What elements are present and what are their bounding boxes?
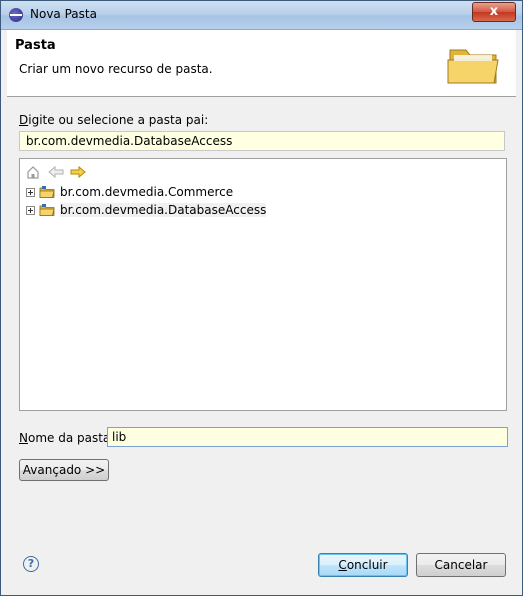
tree-item-label: br.com.devmedia.Commerce: [60, 185, 234, 199]
wizard-content: Digite ou selecione a pasta pai: br.com.…: [7, 97, 516, 589]
tree-item-databaseaccess[interactable]: br.com.devmedia.DatabaseAccess: [26, 202, 267, 218]
title-bar[interactable]: Nova Pasta x: [1, 1, 522, 30]
expand-icon[interactable]: [26, 187, 35, 197]
forward-arrow-icon[interactable]: [70, 165, 86, 179]
back-arrow-icon[interactable]: [48, 165, 64, 179]
dialog-window: Nova Pasta x Pasta Criar um novo recurso…: [0, 0, 523, 596]
parent-folder-input[interactable]: br.com.devmedia.DatabaseAccess: [19, 131, 505, 151]
folder-name-label: Nome da pasta:: [19, 431, 115, 445]
project-folder-icon: [39, 204, 55, 216]
home-icon[interactable]: [26, 165, 40, 179]
window-title: Nova Pasta: [30, 7, 97, 21]
close-button[interactable]: x: [472, 2, 516, 22]
advanced-button[interactable]: Avançado >>: [19, 459, 109, 481]
parent-folder-label: Digite ou selecione a pasta pai:: [19, 113, 209, 127]
help-icon[interactable]: ?: [23, 556, 39, 572]
wizard-header: Pasta Criar um novo recurso de pasta.: [7, 30, 516, 97]
cancel-button[interactable]: Cancelar: [416, 553, 506, 577]
finish-button[interactable]: Concluir: [318, 553, 408, 577]
folder-name-input[interactable]: lib: [107, 427, 508, 447]
expand-icon[interactable]: [26, 205, 35, 215]
tree-item-commerce[interactable]: br.com.devmedia.Commerce: [26, 184, 233, 200]
page-description: Criar um novo recurso de pasta.: [19, 62, 213, 76]
folder-icon: [447, 49, 499, 84]
project-folder-icon: [39, 186, 55, 198]
folder-tree[interactable]: br.com.devmedia.Commerce br.com.devmedia…: [19, 158, 507, 411]
eclipse-icon: [9, 8, 23, 22]
page-title: Pasta: [15, 38, 56, 53]
tree-item-label: br.com.devmedia.DatabaseAccess: [60, 203, 267, 217]
